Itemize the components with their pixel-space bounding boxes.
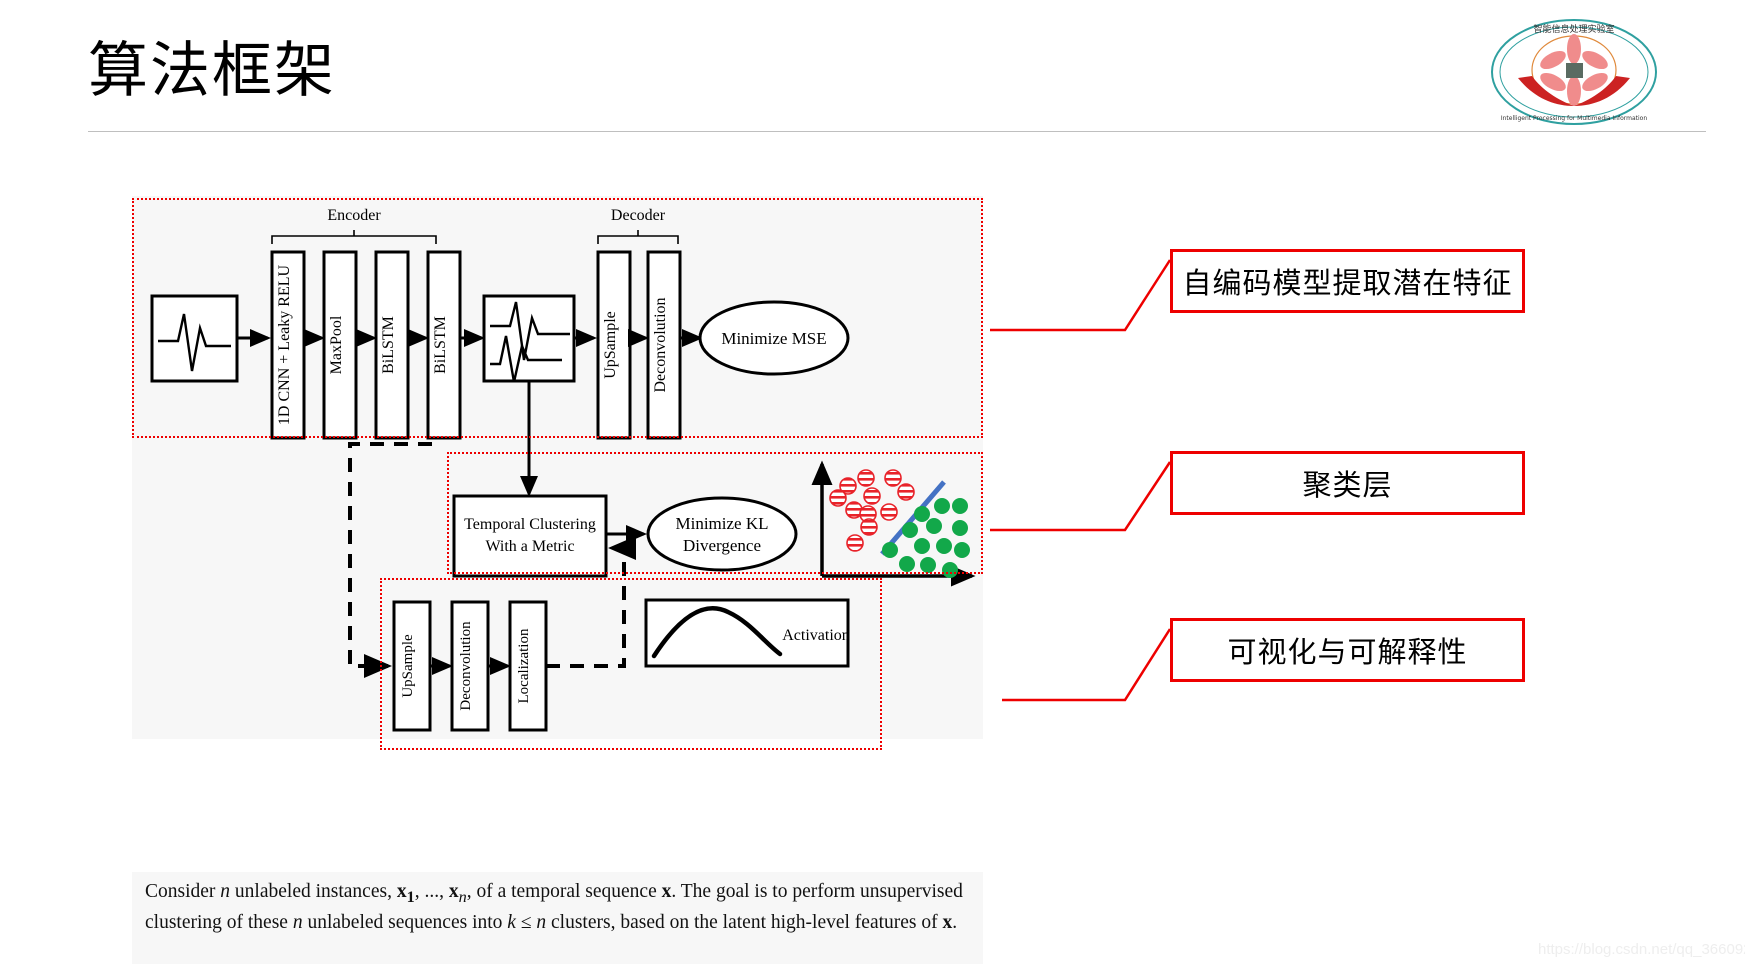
callout-visualization-label: 可视化与可解释性: [1227, 635, 1468, 669]
leader-line-3: [1002, 628, 1172, 702]
leader-line-2: [990, 461, 1172, 532]
page-title: 算法框架: [88, 36, 336, 106]
region-clustering: [447, 452, 983, 574]
title-divider: [88, 131, 1706, 132]
caption-text: Consider n unlabeled instances, x1, ...,…: [145, 881, 963, 933]
region-autoencoder: [132, 198, 983, 438]
callout-autoencoder[interactable]: 自编码模型提取潜在特征: [1170, 249, 1525, 313]
callout-clustering[interactable]: 聚类层: [1170, 451, 1525, 515]
callout-autoencoder-label: 自编码模型提取潜在特征: [1182, 266, 1513, 300]
callout-clustering-label: 聚类层: [1302, 468, 1393, 502]
logo-chinese-text: 智能信息处理实验室: [1533, 23, 1614, 35]
region-visualization: [380, 578, 882, 750]
leader-line-1: [990, 259, 1172, 332]
watermark: https://blog.csdn.net/qq_36609228: [1538, 941, 1745, 958]
logo-english-text: Intelligent Processing for Multimedia In…: [1501, 115, 1647, 122]
callout-visualization[interactable]: 可视化与可解释性: [1170, 618, 1525, 682]
lab-logo: 智能信息处理实验室 Intelligent Processing for Mul…: [1488, 16, 1660, 128]
